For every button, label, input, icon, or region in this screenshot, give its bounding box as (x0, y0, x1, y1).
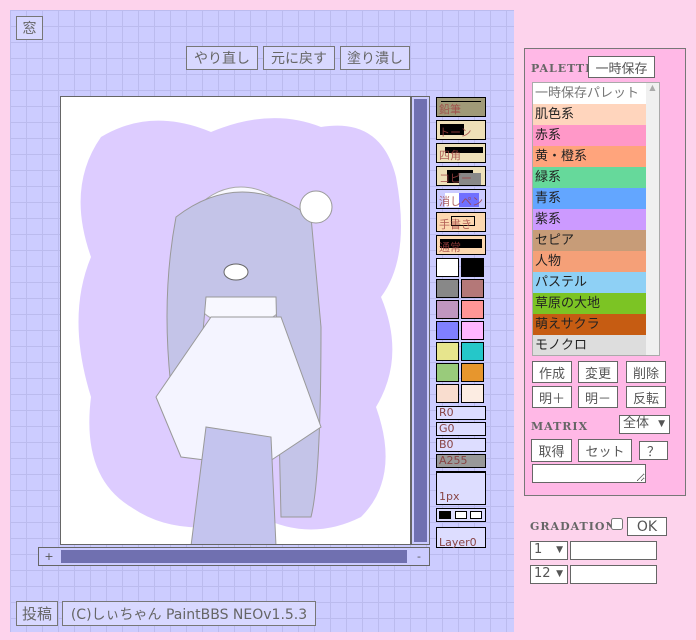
color-swatch[interactable] (461, 363, 484, 382)
color-swatch[interactable] (436, 321, 459, 340)
tool-copy[interactable]: コピー (436, 166, 486, 186)
dropdown-arrow-icon: ▼ (556, 569, 563, 579)
red-slider[interactable]: R0 (436, 406, 486, 420)
dropdown-arrow-icon: ▼ (556, 545, 563, 555)
color-swatch[interactable] (461, 342, 484, 361)
alpha-slider[interactable]: A255 (436, 454, 486, 468)
gradation-end-color-input[interactable] (570, 565, 657, 584)
palette-item[interactable]: 草原の大地 (533, 293, 646, 314)
matrix-textarea[interactable] (532, 464, 646, 483)
tool-eraser-pen[interactable]: 消しペン (436, 189, 486, 209)
delete-button[interactable]: 削除 (626, 361, 666, 383)
gradation-end-select[interactable]: 12 ▼ (530, 565, 568, 584)
canvas-artwork (78, 118, 401, 544)
tool-freehand[interactable]: 手書き (436, 212, 486, 232)
color-swatch[interactable] (436, 258, 459, 277)
redo-button[interactable]: やり直し (186, 46, 258, 70)
invert-button[interactable]: 反転 (626, 386, 666, 408)
palette-item[interactable]: 赤系 (533, 125, 646, 146)
layer-selector[interactable]: Layer0 (436, 527, 486, 549)
tool-rectangle[interactable]: 四角 (436, 143, 486, 163)
darken-button[interactable]: 明－ (578, 386, 618, 408)
palette-item[interactable]: 紫系 (533, 209, 646, 230)
palette-list[interactable]: 一時保存パレット 肌色系 赤系 黄・橙系 緑系 青系 紫系 セピア 人物 パステル 草原の大地 萌えサ… (532, 82, 660, 356)
matrix-scope-select[interactable]: 全体 ▼ (619, 415, 670, 434)
zoom-in-button[interactable]: + (39, 548, 59, 565)
create-button[interactable]: 作成 (532, 361, 572, 383)
tool-pencil[interactable]: 鉛筆 (436, 97, 486, 117)
blue-slider[interactable]: B0 (436, 438, 486, 452)
color-swatch[interactable] (461, 300, 484, 319)
horizontal-scrollbar[interactable]: + - (38, 547, 430, 566)
gradation-start-color-input[interactable] (570, 541, 657, 560)
palette-item[interactable]: 一時保存パレット (533, 83, 646, 104)
palette-item[interactable]: 青系 (533, 188, 646, 209)
palette-title: PALETTE (531, 62, 595, 75)
matrix-get-button[interactable]: 取得 (531, 439, 572, 462)
color-swatch[interactable] (436, 384, 459, 403)
color-swatch[interactable] (461, 258, 484, 277)
temp-save-button[interactable]: 一時保存 (588, 56, 655, 78)
palette-item[interactable]: パステル (533, 272, 646, 293)
gradation-start-select[interactable]: 1 ▼ (530, 541, 568, 560)
post-button[interactable]: 投稿 (16, 601, 58, 626)
palette-item[interactable]: 黄・橙系 (533, 146, 646, 167)
tool-normal[interactable]: 通常 (436, 235, 486, 255)
vertical-scrollbar[interactable] (411, 96, 430, 545)
pen-size-slider[interactable]: 1px (436, 471, 486, 505)
matrix-help-button[interactable]: ？ (639, 441, 668, 460)
matrix-title: MATRIX (531, 420, 589, 433)
color-swatch[interactable] (436, 300, 459, 319)
palette-item[interactable]: 肌色系 (533, 104, 646, 125)
brighten-button[interactable]: 明＋ (532, 386, 572, 408)
green-slider[interactable]: G0 (436, 422, 486, 436)
palette-item[interactable]: モノクロ (533, 335, 646, 355)
fill-button[interactable]: 塗り潰し (340, 46, 410, 70)
line-type-selector[interactable] (436, 508, 486, 522)
color-swatch[interactable] (436, 342, 459, 361)
credit-link[interactable]: (C)しぃちゃん PaintBBS NEOv1.5.3 (62, 601, 316, 626)
gradation-title: GRADATION (530, 520, 617, 533)
color-swatch[interactable] (461, 321, 484, 340)
gradation-checkbox[interactable] (611, 518, 623, 530)
palette-item[interactable]: 緑系 (533, 167, 646, 188)
color-swatch[interactable] (461, 279, 484, 298)
palette-item[interactable]: 人物 (533, 251, 646, 272)
undo-button[interactable]: 元に戻す (263, 46, 335, 70)
color-swatch[interactable] (436, 279, 459, 298)
palette-item[interactable]: 萌えサクラ (533, 314, 646, 335)
color-swatch[interactable] (461, 384, 484, 403)
matrix-set-button[interactable]: セット (578, 439, 632, 462)
palette-list-scrollbar[interactable]: ▲ (646, 83, 659, 355)
dropdown-arrow-icon: ▼ (658, 419, 665, 429)
gradation-ok-button[interactable]: OK (627, 517, 667, 536)
palette-item[interactable]: セピア (533, 230, 646, 251)
window-button[interactable]: 窓 (16, 16, 43, 40)
tool-tone[interactable]: トーン (436, 120, 486, 140)
color-swatch[interactable] (436, 363, 459, 382)
zoom-out-button[interactable]: - (409, 548, 429, 565)
change-button[interactable]: 変更 (578, 361, 618, 383)
drawing-canvas[interactable] (60, 96, 411, 545)
